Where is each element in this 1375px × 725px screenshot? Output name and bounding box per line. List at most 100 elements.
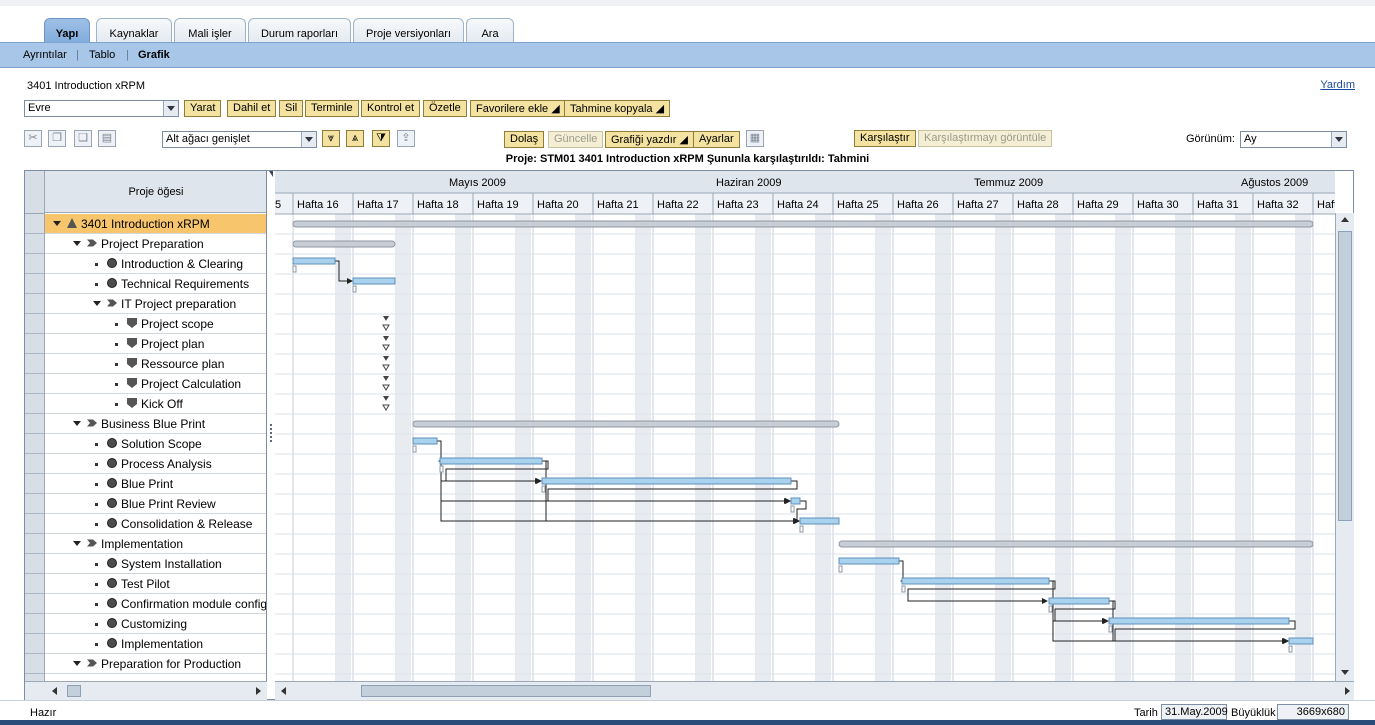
tree-row[interactable]: Implementation [45,634,266,654]
tree-row[interactable]: Blue Print [45,474,266,494]
tree-row[interactable]: Ressource plan [45,354,266,374]
tree-row[interactable]: Project scope [45,314,266,334]
task-bar[interactable] [292,257,336,265]
add-favorites-button[interactable]: Favorilere ekle ◢ [470,100,566,117]
filter-icon[interactable]: ⧩ [372,130,390,147]
task-bar[interactable] [439,457,543,465]
copy-estimate-button[interactable]: Tahmine kopyala ◢ [564,100,671,117]
tree-row[interactable]: Confirmation module configuration [45,594,266,614]
row-selector-cell[interactable] [25,654,44,674]
row-selector-cell[interactable] [25,634,44,654]
row-selector-cell[interactable] [25,554,44,574]
task-bar[interactable] [790,497,801,505]
tree-row[interactable]: Implementation [45,534,266,554]
milestone-marker[interactable] [383,396,389,401]
create-button[interactable]: Yarat [184,100,222,117]
paste-icon[interactable]: ▤ [98,130,116,147]
chevron-down-icon[interactable] [301,132,316,147]
subnav-grafik[interactable]: Grafik [138,49,170,61]
expand-subtree-select[interactable]: Alt ağacı genişlet [162,131,317,148]
tree-row[interactable]: System Installation [45,554,266,574]
delete-button[interactable]: Sil [279,100,304,117]
expand-toggle-icon[interactable] [93,301,101,306]
tree-row[interactable]: Business Blue Print [45,414,266,434]
row-selector-cell[interactable] [25,274,44,294]
refresh-button[interactable]: Güncelle [548,131,604,148]
row-selector-cell[interactable] [25,474,44,494]
row-selector-cell[interactable] [25,454,44,474]
tree-row[interactable]: Preparation for Production [45,654,266,674]
check-button[interactable]: Kontrol et [361,100,421,117]
row-selector-cell[interactable] [25,514,44,534]
tree-horizontal-scrollbar[interactable] [25,681,267,700]
help-link[interactable]: Yardım [1320,79,1355,91]
expand-toggle-icon[interactable] [73,661,81,666]
horizontal-scroll-thumb[interactable] [361,685,651,697]
row-selector-cell[interactable] [25,334,44,354]
task-bar[interactable] [1048,597,1110,605]
gantt-vertical-scrollbar[interactable] [1335,213,1354,681]
summary-bar[interactable] [292,240,396,248]
expand-toggle-icon[interactable] [53,221,61,226]
summary-bar[interactable] [838,540,1314,548]
subnav-tablo[interactable]: Tablo [89,49,115,61]
row-selector-cell[interactable] [25,254,44,274]
tree-row[interactable]: Project plan [45,334,266,354]
tree-row[interactable]: 3401 Introduction xRPM [45,214,266,234]
subnav-ayrintilar[interactable]: Ayrıntılar [23,49,67,61]
milestone-marker[interactable] [383,316,389,321]
collapse-all-icon[interactable]: ⩓ [346,130,364,147]
milestone-marker[interactable] [383,336,389,341]
tree-scroll-thumb[interactable] [67,685,81,697]
task-bar[interactable] [838,557,900,565]
show-compare-button[interactable]: Karşılaştırmayı görüntüle [918,130,1053,147]
scroll-left-icon[interactable] [281,687,286,695]
task-bar[interactable] [799,517,840,525]
pane-splitter[interactable] [267,171,275,701]
view-select[interactable]: Ay [1240,131,1347,148]
summary-bar[interactable] [292,220,1314,228]
export-icon[interactable]: ⇪ [397,130,415,147]
expand-all-icon[interactable]: ⩔ [322,130,340,147]
navigate-button[interactable]: Dolaş [504,131,545,148]
cut-icon[interactable]: ✂ [24,130,42,147]
phase-select[interactable]: Evre [24,100,179,117]
row-selector-cell[interactable] [25,294,44,314]
vertical-scroll-thumb[interactable] [1338,231,1352,521]
tree-row[interactable]: Consolidation & Release [45,514,266,534]
row-selector-cell[interactable] [25,374,44,394]
row-selector-cell[interactable] [25,394,44,414]
summarize-button[interactable]: Özetle [423,100,467,117]
include-button[interactable]: Dahil et [227,100,277,117]
tree-row[interactable]: Solution Scope [45,434,266,454]
gantt-horizontal-scrollbar[interactable] [275,681,1354,700]
expand-toggle-icon[interactable] [73,541,81,546]
layout-icon[interactable]: ▦ [746,130,764,147]
scroll-down-icon[interactable] [1341,670,1349,675]
tree-row[interactable]: Kick Off [45,394,266,414]
tree-row[interactable]: Project Calculation [45,374,266,394]
tree-row[interactable]: Introduction & Clearing [45,254,266,274]
task-bar[interactable] [1108,617,1290,625]
scroll-left-icon[interactable] [52,687,57,695]
task-bar[interactable] [412,437,438,445]
task-bar[interactable] [1288,637,1314,645]
scroll-right-icon[interactable] [256,687,261,695]
chevron-down-icon[interactable] [1331,132,1346,147]
copy-icon[interactable]: ❐ [48,130,66,147]
tree-row[interactable]: Process Analysis [45,454,266,474]
tree-row[interactable]: Test Pilot [45,574,266,594]
summary-bar[interactable] [412,420,840,428]
tree-row[interactable]: Project Preparation [45,234,266,254]
row-selector-cell[interactable] [25,534,44,554]
print-chart-button[interactable]: Grafiği yazdır ◢ [605,131,694,148]
tree-row[interactable]: Technical Requirements [45,274,266,294]
tree-row[interactable]: IT Project preparation [45,294,266,314]
expand-toggle-icon[interactable] [73,421,81,426]
settings-button[interactable]: Ayarlar [693,131,740,148]
tree-row[interactable]: Blue Print Review [45,494,266,514]
duplicate-icon[interactable]: ❑ [74,130,92,147]
row-selector-cell[interactable] [25,414,44,434]
row-selector-cell[interactable] [25,354,44,374]
chevron-down-icon[interactable] [163,101,178,116]
